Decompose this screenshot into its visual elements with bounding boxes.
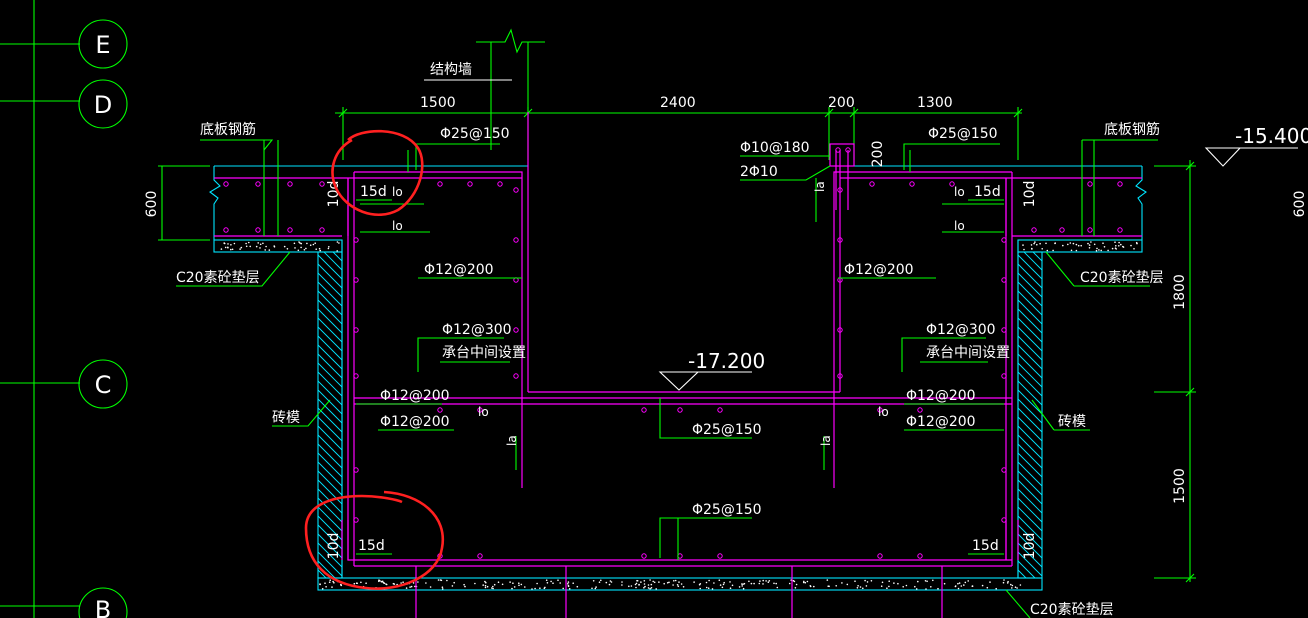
grid-label-d: D [94,91,112,119]
dim-2400: 2400 [660,95,696,111]
label-10d-bottom-left: 10d [326,533,342,560]
label-lower-right-a: Φ12@200 [906,388,976,404]
label-15d-bottom-left: 15d [358,538,385,554]
label-mid-left: Φ12@300 [442,322,512,338]
label-slab-rebar-right: 底板钢筋 [1104,121,1160,138]
structural-wall-label: 结构墙 [430,62,472,78]
label-top-left-rebar: Φ25@150 [440,126,510,142]
label-10d-top-right: 10d [1022,181,1038,208]
label-lo-6: lo [878,405,889,419]
dim-1500: 1500 [420,95,456,111]
dim-1300: 1300 [917,95,953,111]
label-15d-top-right: 15d [974,184,1001,200]
rebar-labels: 底板钢筋 底板钢筋 Φ25@150 Φ25@150 Φ10@180 2Φ10 Φ… [200,121,1160,518]
label-lo-4: lo [954,219,965,233]
label-10d-bottom-right: 10d [1022,533,1038,560]
label-brick-left: 砖模 [272,410,300,426]
red-circle-top-left [331,129,424,216]
cad-drawing-canvas: E D C B 结构墙 1500 2400 200 1300 -15.400 -… [0,0,1308,618]
label-la-2: la [505,435,519,446]
dim-600-left: 600 [144,191,160,218]
grid-bubble-d: D [78,79,128,129]
label-la-1: la [813,181,827,192]
label-c20-bottom: C20素砼垫层 [1030,602,1114,618]
elevation-pit-bottom: -17.200 [658,349,765,391]
grid-label-e: E [95,31,110,59]
grid-label-c: C [95,371,112,399]
label-lo-3: lo [954,185,965,199]
label-wall-left: Φ12@200 [424,262,494,278]
label-curb-a: Φ10@180 [740,140,810,156]
brick-form-right [1017,251,1043,579]
elevation-top-text: -15.400 [1235,124,1308,148]
label-la-3: la [819,435,833,446]
elevation-pit-text: -17.200 [688,349,765,373]
brick-form-left [317,251,343,579]
label-slab-rebar-left: 底板钢筋 [200,121,256,138]
dim-1500-vertical: 1500 [1172,468,1188,504]
label-c20-right: C20素砼垫层 [1080,270,1164,286]
grid-bubble-c: C [78,359,128,409]
label-15d-bottom-right: 15d [972,538,999,554]
label-mid-right: Φ12@300 [926,322,996,338]
label-lo-1: lo [392,185,403,199]
label-lo-2: lo [392,219,403,233]
grid-label-b: B [95,596,111,618]
dim-1800: 1800 [1172,274,1188,310]
label-bottom: Φ25@150 [692,502,762,518]
dim-600-right: 600 [1292,191,1308,218]
grid-bubble-e: E [78,19,128,69]
grid-axes: E D C B [0,0,128,618]
dim-200-vertical: 200 [870,141,886,168]
label-brick-right: 砖模 [1058,414,1086,430]
anchorage-labels: 15d 15d 15d 15d 10d 10d 10d 10d lo lo lo… [326,181,1038,560]
label-curb-b: 2Φ10 [740,164,778,180]
label-lo-5: lo [478,405,489,419]
elevation-top: -15.400 [1204,124,1308,167]
label-mid-note-right: 承台中间设置 [926,345,1010,361]
label-wall-right: Φ12@200 [844,262,914,278]
top-dimension-line: 1500 2400 200 1300 [335,95,1023,160]
dim-200: 200 [828,95,855,111]
label-lower-left-a: Φ12@200 [380,388,450,404]
label-pit-floor: Φ25@150 [692,422,762,438]
label-mid-note-left: 承台中间设置 [442,345,526,361]
label-lower-right-b: Φ12@200 [906,414,976,430]
grid-bubble-b: B [78,587,128,618]
label-top-right-rebar: Φ25@150 [928,126,998,142]
label-c20-left: C20素砼垫层 [176,270,260,286]
label-15d-top-left: 15d [360,184,387,200]
label-lower-left-b: Φ12@200 [380,414,450,430]
